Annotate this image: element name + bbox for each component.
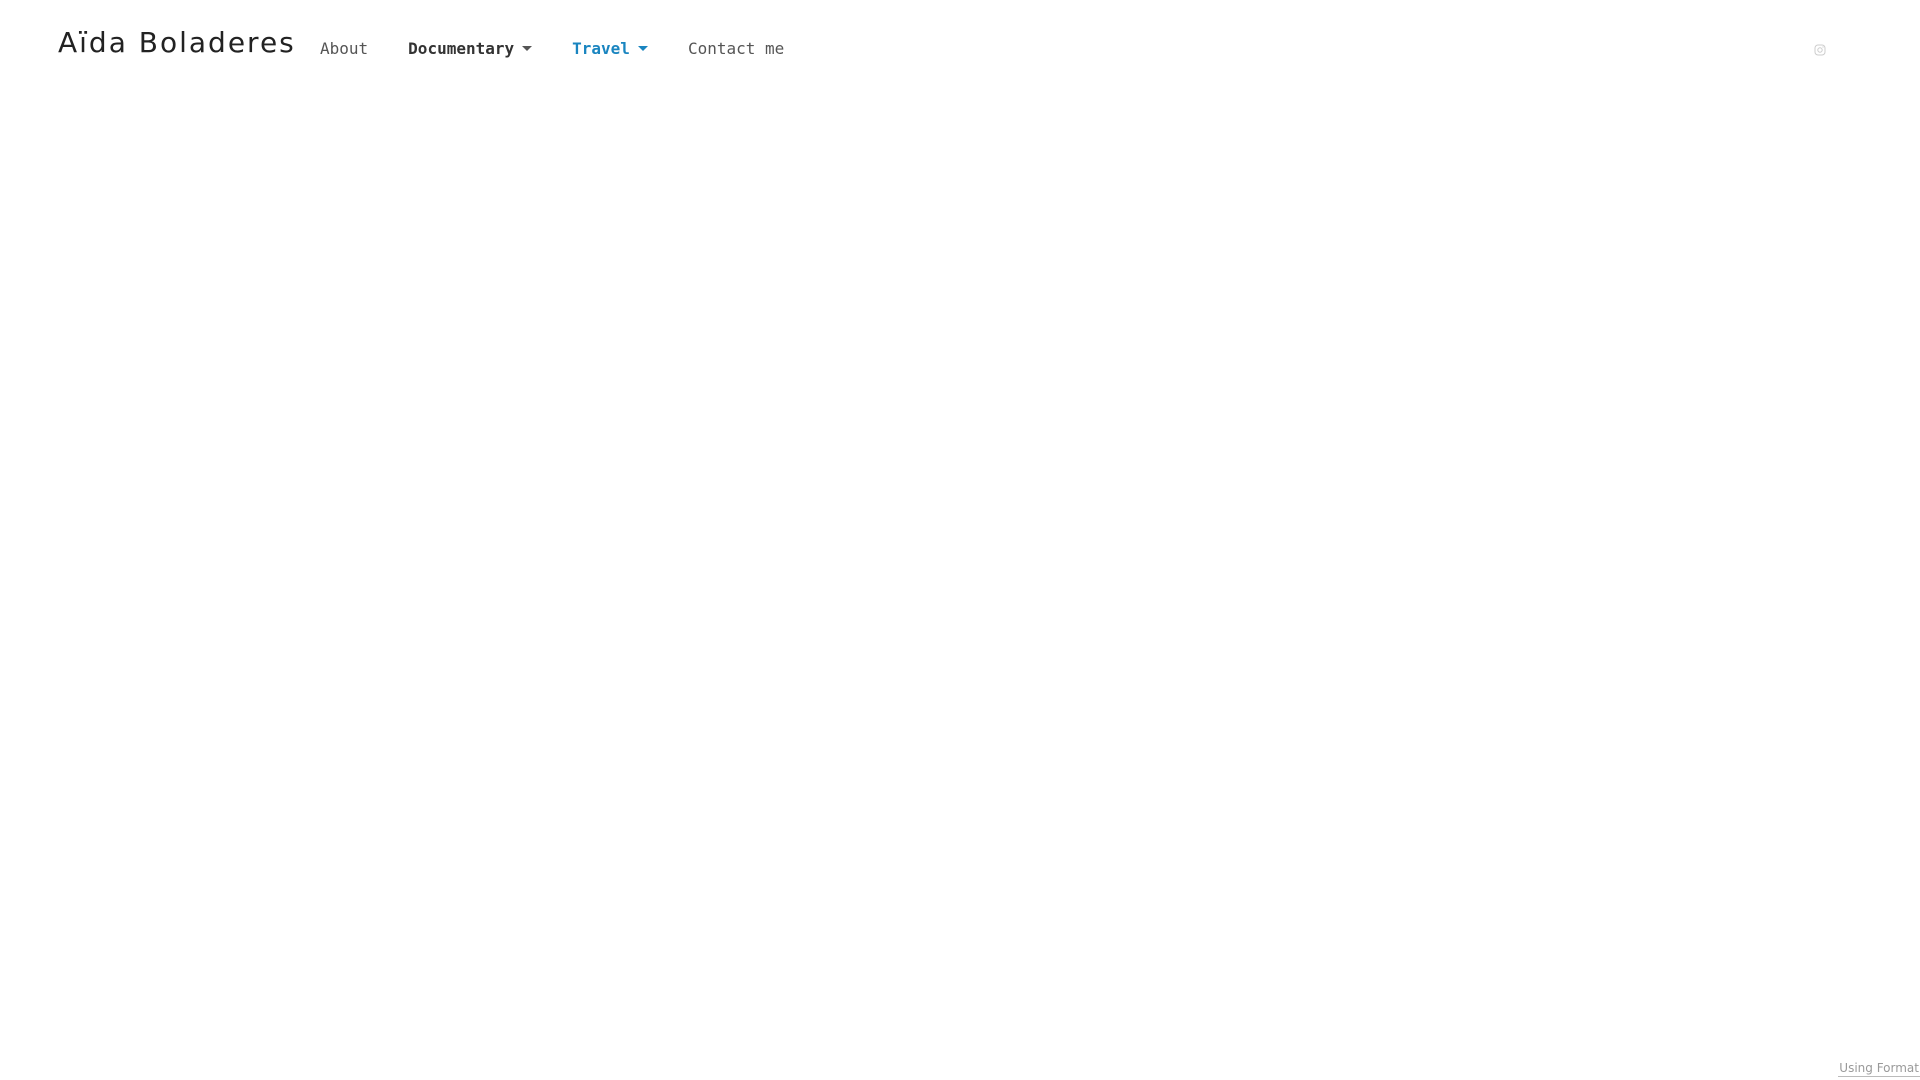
nav-item-label: Travel: [572, 38, 630, 58]
instagram-icon: [1814, 44, 1826, 56]
caret-down-icon: [522, 46, 533, 51]
using-format-badge[interactable]: Using Format: [1838, 1061, 1920, 1077]
site-header: Aïda Boladeres About Documentary Travel …: [0, 0, 1920, 96]
nav-item-about[interactable]: About: [320, 39, 368, 58]
nav-item-contact[interactable]: Contact me: [688, 39, 784, 58]
nav-item-label: Contact me: [687, 38, 785, 58]
instagram-link[interactable]: [1814, 41, 1826, 56]
nav-item-label: About: [320, 38, 369, 58]
nav-item-documentary[interactable]: Documentary: [408, 38, 533, 58]
nav-item-label: Documentary: [408, 38, 515, 58]
nav-item-travel[interactable]: Travel: [572, 39, 648, 58]
site-title[interactable]: Aïda Boladeres: [58, 26, 296, 59]
caret-down-icon: [637, 46, 648, 51]
main-nav: About Documentary Travel Contact me: [320, 36, 824, 60]
main-content: [0, 96, 1920, 1046]
